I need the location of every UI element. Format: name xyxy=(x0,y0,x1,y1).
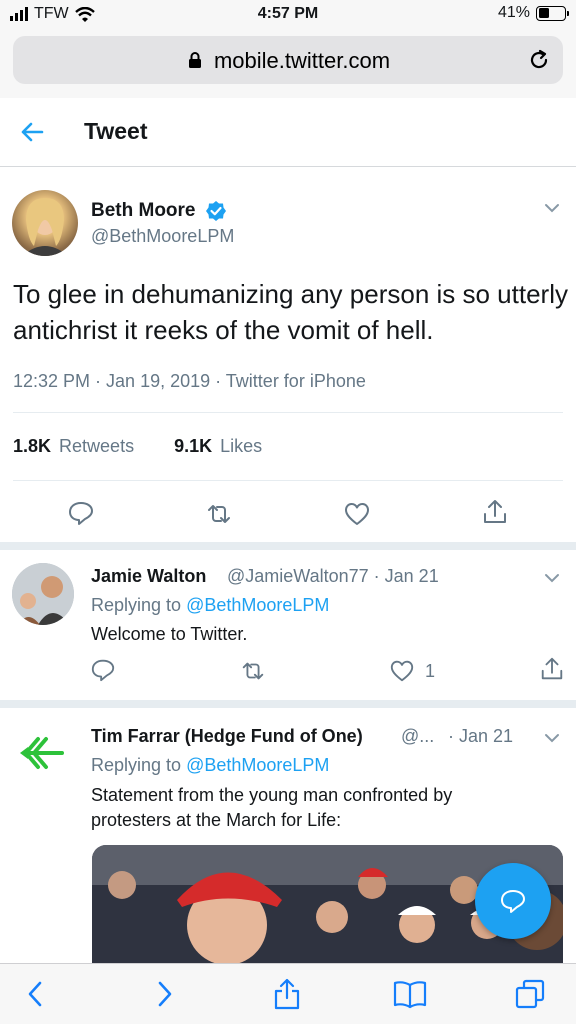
chevron-down-icon[interactable] xyxy=(544,573,560,583)
clock: 4:57 PM xyxy=(257,5,319,22)
reply-icon xyxy=(501,890,525,913)
replying-to-link[interactable]: @BethMooreLPM xyxy=(186,595,329,615)
reply-icon[interactable] xyxy=(67,499,95,527)
reply-icon[interactable] xyxy=(90,657,116,683)
reply-author-handle[interactable]: @... xyxy=(401,726,434,747)
battery-level xyxy=(538,8,549,18)
arrows-logo-icon xyxy=(20,737,64,769)
likes-stat[interactable]: 9.1K Likes xyxy=(174,436,262,457)
avatar[interactable] xyxy=(12,190,78,256)
reply-author-name[interactable]: Jamie Walton xyxy=(91,566,206,587)
retweets-count: 1.8K xyxy=(13,436,52,456)
verified-icon xyxy=(206,201,226,221)
bookmarks-icon[interactable] xyxy=(392,978,428,1010)
reply-author-handle[interactable]: @JamieWalton77 · Jan 21 xyxy=(227,566,439,587)
battery-percent: 41% xyxy=(497,4,530,21)
compose-reply-button[interactable] xyxy=(475,863,551,939)
forward-icon[interactable] xyxy=(148,978,180,1010)
reply-avatar[interactable] xyxy=(12,563,74,625)
status-bar: TFW 4:57 PM 41% xyxy=(0,0,576,32)
reload-icon[interactable] xyxy=(527,48,551,72)
chevron-down-icon[interactable] xyxy=(544,733,560,743)
share-icon[interactable] xyxy=(539,656,565,682)
reply-text: Welcome to Twitter. xyxy=(91,624,248,644)
address-bar[interactable]: mobile.twitter.com xyxy=(13,36,563,84)
tweet-header: Tweet xyxy=(0,98,576,167)
like-icon[interactable] xyxy=(389,658,415,684)
reply-date: · Jan 21 xyxy=(448,726,514,746)
replying-to: Replying to @BethMooreLPM xyxy=(91,755,329,776)
share-icon[interactable] xyxy=(271,978,303,1010)
author-name[interactable]: Beth Moore xyxy=(91,200,196,222)
tabs-icon[interactable] xyxy=(514,978,546,1010)
tweet-timestamp: 12:32 PM · Jan 19, 2019 · Twitter for iP… xyxy=(13,371,366,391)
author-handle[interactable]: @BethMooreLPM xyxy=(91,226,234,247)
likes-count: 9.1K xyxy=(174,436,213,456)
replying-to-link[interactable]: @BethMooreLPM xyxy=(186,755,329,775)
battery-group: 41% xyxy=(497,4,569,22)
chevron-down-icon[interactable] xyxy=(544,203,560,213)
replying-prefix: Replying to xyxy=(91,595,187,615)
browser-toolbar xyxy=(0,963,576,1024)
retweet-icon[interactable] xyxy=(240,658,266,684)
browser-address-area: mobile.twitter.com xyxy=(0,32,576,98)
like-count: 1 xyxy=(425,661,436,681)
replying-to: Replying to @BethMooreLPM xyxy=(91,595,329,616)
section-separator xyxy=(0,542,576,550)
back-arrow-icon[interactable] xyxy=(18,118,46,146)
reply-author-name[interactable]: Tim Farrar (Hedge Fund of One) xyxy=(91,726,363,747)
back-icon[interactable] xyxy=(20,978,52,1010)
like-icon[interactable] xyxy=(343,500,371,528)
section-separator xyxy=(0,700,576,708)
share-icon[interactable] xyxy=(481,498,509,526)
reply-avatar[interactable] xyxy=(12,722,74,784)
retweet-icon[interactable] xyxy=(205,500,233,528)
retweets-label: Retweets xyxy=(59,436,135,456)
retweets-stat[interactable]: 1.8K Retweets xyxy=(13,436,134,457)
tweet-stats: 1.8K Retweets 9.1K Likes xyxy=(13,436,262,457)
battery-icon xyxy=(536,5,569,21)
divider xyxy=(13,412,563,413)
tweet-text: To glee in dehumanizing any person is so… xyxy=(13,279,568,345)
page-title: Tweet xyxy=(84,118,148,144)
divider xyxy=(13,480,563,481)
likes-label: Likes xyxy=(220,436,263,456)
url-text: mobile.twitter.com xyxy=(213,48,391,73)
replying-prefix: Replying to xyxy=(91,755,187,775)
reply-text: Statement from the young man confronted … xyxy=(91,785,453,830)
